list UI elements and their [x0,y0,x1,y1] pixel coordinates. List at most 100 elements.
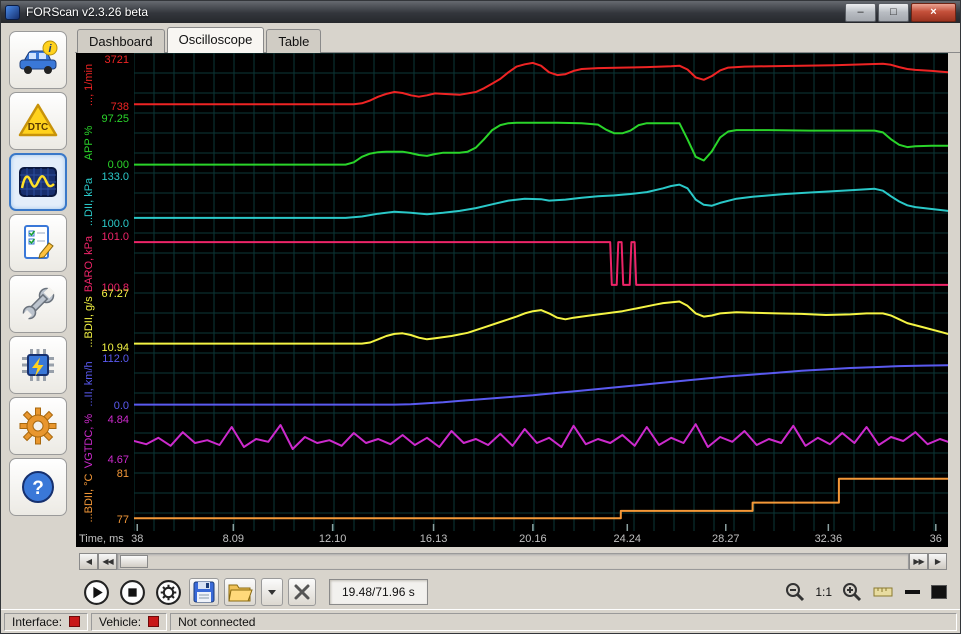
play-icon [84,579,109,605]
zoom-in-icon [843,583,862,602]
sidebar-item-tests[interactable] [9,214,67,272]
oscilloscope-chart[interactable]: 3721 738..., 1/min 97.25 0.00 APP % 133.0 100.… [76,53,948,547]
tab-oscilloscope[interactable]: Oscilloscope [166,27,265,53]
vehicle-status-cell: Vehicle: [91,612,168,631]
color-swatch-icon [931,585,947,599]
time-tick-8: 36 [929,533,942,545]
zoom-in-button[interactable] [839,578,865,606]
channel-4-label: BARO, kPa [83,235,95,292]
stop-button[interactable] [117,578,148,606]
time-tick-0: 38 [131,533,144,545]
scrollbar-thumb[interactable] [120,555,148,568]
zoom-out-icon [786,583,805,602]
zoom-out-button[interactable] [782,578,808,606]
scroll-left-icon: ◀ [85,557,92,566]
close-button[interactable]: × [911,2,956,22]
sidebar-item-oscilloscope[interactable] [9,153,67,211]
dtc-icon: DTC [18,103,58,137]
connection-status-cell: Not connected [170,612,957,631]
maximize-icon: □ [890,5,897,18]
scroll-left-fast-button[interactable]: ◀◀ [98,553,117,570]
measure-button[interactable] [870,578,896,606]
time-tick-1: 8.09 [222,533,245,545]
plot-svg[interactable] [134,53,948,531]
channel-7-min: 4.67 [107,454,129,466]
signal-list-dropdown[interactable] [261,578,283,606]
time-tick-2: 12.10 [318,533,347,545]
channel-6-label: ...II, km/h [83,360,95,407]
clear-x-icon [294,584,310,600]
channel-8-max: 81 [116,468,129,480]
sidebar-item-settings[interactable] [9,397,67,455]
open-button[interactable] [224,578,256,606]
close-icon: × [930,5,937,18]
svg-text:DTC: DTC [28,122,49,133]
time-tick-6: 28.27 [712,533,740,545]
time-axis: Time, ms 38 8.09 12.10 16.13 20.16 24.24 28.27… [76,531,948,547]
scroll-left-button[interactable]: ◀ [79,553,98,570]
channel-3-min: 100.0 [101,218,129,230]
channel-5-label: ...BDII, g/s [83,296,95,348]
ruler-icon [873,587,893,597]
channel-5-max: 67.27 [101,288,129,300]
channel-8-label: ...BDII, °C [83,473,95,523]
minimize-button[interactable]: – [845,2,876,22]
scroll-right-button[interactable]: ▶ [928,553,947,570]
window: FORScan v2.3.26 beta – □ × i DTC ? Dashb… [0,0,961,634]
channel-6-max: 112.0 [102,353,129,365]
vehicle-status-led [148,616,160,627]
time-display[interactable]: 19.48/71.96 s [329,579,428,605]
sidebar-item-help[interactable]: ? [9,458,67,516]
titlebar[interactable]: FORScan v2.3.26 beta – □ × [1,1,960,23]
gear-icon [156,579,181,605]
channel-7-label: VGTDC, % [83,413,95,469]
time-display-value: 19.48/71.96 s [342,585,415,599]
chart-scrollbar: ◀ ◀◀ ▶▶ ▶ [79,553,947,570]
start-button[interactable] [81,578,112,606]
channel-1-max: 3721 [104,54,129,66]
sidebar-item-programming[interactable] [9,336,67,394]
svg-text:?: ? [32,478,44,499]
save-icon [193,581,215,603]
programming-chip-icon [22,349,54,381]
sidebar: i DTC ? [1,27,75,609]
window-title: FORScan v2.3.26 beta [26,5,149,19]
line-width-icon [904,590,920,594]
oscilloscope-icon [19,167,57,197]
sidebar-item-vehicle-info[interactable]: i [9,31,67,89]
scroll-right-fast-icon: ▶▶ [913,557,924,566]
color-button[interactable] [928,578,950,606]
chevron-down-icon [268,589,276,595]
save-button[interactable] [189,578,219,606]
channel-4-max: 101.0 [101,231,129,243]
settings-gear-icon [19,407,57,445]
scrollbar-track[interactable] [117,553,909,570]
window-buttons: – □ × [845,2,956,22]
scope-settings-button[interactable] [153,578,184,606]
connection-status-text: Not connected [178,614,256,629]
channel-2-label: APP % [83,125,95,161]
time-tick-4: 20.16 [519,533,547,545]
channel-2-max: 97.25 [101,113,129,125]
tab-dashboard[interactable]: Dashboard [77,29,165,53]
channel-gutter: 3721 738..., 1/min 97.25 0.00 APP % 133.0 100.… [76,53,134,531]
time-tick-3: 16.13 [419,533,448,545]
vehicle-label: Vehicle: [99,614,142,629]
service-wrench-icon [21,287,55,321]
tab-table[interactable]: Table [266,29,322,53]
scroll-left-fast-icon: ◀◀ [102,557,113,566]
channel-7-max: 4.84 [107,414,129,426]
open-folder-icon [228,584,253,602]
clear-button[interactable] [288,578,316,606]
scroll-right-icon: ▶ [934,557,941,566]
maximize-button[interactable]: □ [878,2,909,22]
sidebar-item-service[interactable] [9,275,67,333]
channel-6-min: 0.0 [113,400,129,412]
scroll-right-fast-button[interactable]: ▶▶ [909,553,928,570]
sidebar-item-dtc[interactable]: DTC [9,92,67,150]
time-axis-label: Time, ms [79,533,124,545]
zoom-ratio-label: 1:1 [815,585,832,599]
interface-status-led [69,616,81,627]
line-width-button[interactable] [901,578,923,606]
app-icon [5,4,20,20]
